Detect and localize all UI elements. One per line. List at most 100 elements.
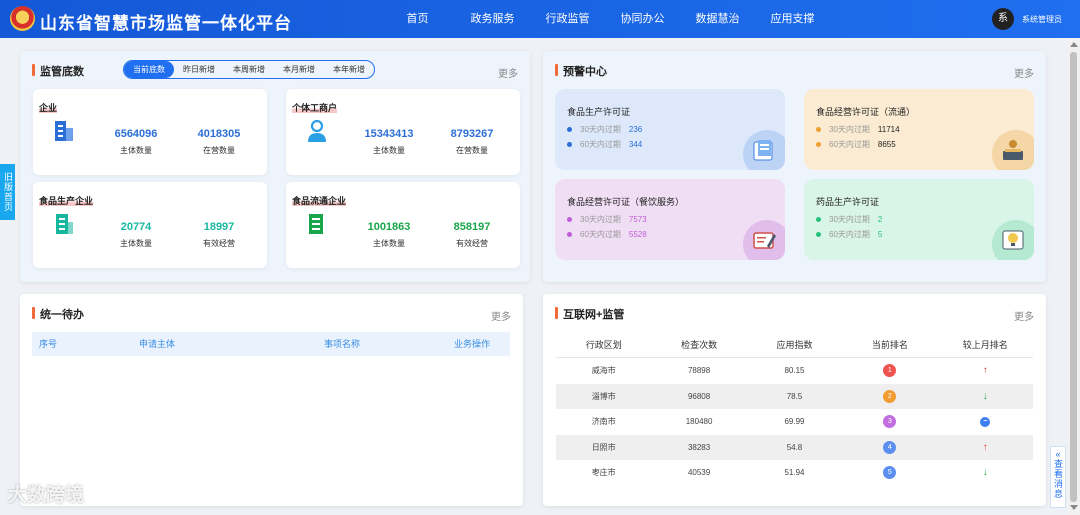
warning-card-drug-production-license[interactable]: 药品生产许可证 30天内过期 2 60天内过期 5 — [804, 179, 1034, 260]
tab-current[interactable]: 当前底数 — [124, 61, 174, 78]
column-header-index: 应用指数 — [776, 340, 813, 350]
old-homepage-tab[interactable]: 旧版首页 — [0, 164, 15, 220]
internet-supervision-panel: 互联网+监管 更多 行政区划 检查次数 应用指数 当前排名 较上月排名 威海市 … — [543, 294, 1046, 506]
cell-checks: 180480 — [685, 417, 713, 427]
warning-row-60-days: 60天内过期 8655 — [816, 139, 896, 150]
warning-center-panel: 预警中心 更多 食品生产许可证 30天内过期 236 60天内过期 344 食品经营… — [543, 51, 1046, 282]
table-row[interactable]: 枣庄市 40539 51.94 5 ↓ — [556, 460, 1033, 486]
internet-more-link[interactable]: 更多 — [1014, 308, 1034, 323]
cashier-icon — [1003, 140, 1023, 160]
nav-item-administrative-supervision[interactable]: 行政监管 — [530, 0, 605, 38]
unified-todo-panel: 统一待办 更多 序号 申请主体 事项名称 业务操作 — [20, 294, 523, 506]
stat-card-title: 食品生产企业 — [39, 196, 94, 206]
column-header-operation: 业务操作 — [453, 339, 490, 349]
person-icon — [308, 119, 326, 142]
avatar[interactable]: 系 — [992, 8, 1014, 30]
stat-card-title: 企业 — [39, 103, 58, 113]
cell-region: 日照市 — [591, 442, 616, 452]
cell-index: 69.99 — [784, 417, 805, 427]
trend-down-icon: ↓ — [982, 390, 988, 402]
column-header-applicant: 申请主体 — [139, 339, 176, 349]
stat-value-primary: 6564096 — [114, 128, 158, 140]
main-nav: 首页 政务服务 行政监管 协同办公 数据慧治 应用支撑 — [380, 0, 830, 38]
cell-region: 威海市 — [591, 366, 616, 376]
app-title: 山东省智慧市场监管一体化平台 — [40, 14, 292, 33]
vertical-scrollbar[interactable] — [1067, 38, 1080, 515]
trend-up-icon: ↑ — [982, 365, 988, 377]
nav-item-government-services[interactable]: 政务服务 — [455, 0, 530, 38]
lightbulb-icon — [1002, 230, 1024, 250]
internet-supervision-title: 互联网+监管 — [555, 306, 624, 322]
warning-row-60-days: 60天内过期 5 — [816, 229, 882, 240]
tab-this-week[interactable]: 本周新增 — [224, 61, 274, 78]
table-row[interactable]: 淄博市 96808 78.5 2 ↓ — [556, 383, 1033, 409]
column-header-rank: 当前排名 — [871, 340, 908, 350]
table-row[interactable]: 济南市 180480 69.99 3 − — [556, 409, 1033, 435]
cell-index: 51.94 — [784, 468, 805, 478]
stat-label-primary: 主体数量 — [373, 239, 405, 248]
stat-label-primary: 主体数量 — [120, 146, 152, 155]
cell-index: 78.5 — [786, 391, 803, 401]
rank-badge: 5 — [883, 466, 897, 480]
supervision-title: 监管底数 — [32, 63, 84, 79]
user-name[interactable]: 系统管理员 — [1022, 14, 1062, 25]
stat-value-primary: 20774 — [120, 221, 152, 233]
stat-label-secondary: 有效经营 — [203, 239, 235, 248]
warning-card-title: 药品生产许可证 — [816, 197, 880, 207]
stat-value-secondary: 858197 — [453, 221, 491, 233]
scroll-thumb[interactable] — [1070, 52, 1077, 502]
cell-checks: 40539 — [687, 468, 711, 478]
ranking-table: 行政区划 检查次数 应用指数 当前排名 较上月排名 威海市 78898 80.1… — [556, 332, 1033, 486]
nav-item-app-support[interactable]: 应用支撑 — [755, 0, 830, 38]
warning-card-food-production-license[interactable]: 食品生产许可证 30天内过期 236 60天内过期 344 — [555, 89, 785, 170]
scroll-up-arrow-icon[interactable] — [1070, 42, 1078, 47]
trend-up-icon: ↑ — [982, 441, 988, 453]
store-icon — [309, 214, 323, 234]
warning-row-30-days: 30天内过期 11714 — [816, 124, 900, 135]
view-messages-tab[interactable]: « 查看消息 — [1050, 446, 1066, 508]
todo-more-link[interactable]: 更多 — [491, 308, 511, 323]
warning-card-title: 食品生产许可证 — [567, 107, 631, 117]
stat-card-food-circulation[interactable]: 食品流通企业 1001863 主体数量 858197 有效经营 — [286, 182, 520, 268]
warning-row-30-days: 30天内过期 236 — [567, 124, 642, 135]
document-icon — [753, 140, 773, 161]
table-row[interactable]: 威海市 78898 80.15 1 ↑ — [556, 358, 1033, 384]
nav-item-data-governance[interactable]: 数据慧治 — [680, 0, 755, 38]
column-header-index: 序号 — [39, 339, 58, 349]
rank-badge: 4 — [883, 440, 897, 454]
supervision-more-link[interactable]: 更多 — [498, 65, 518, 80]
warning-center-title: 预警中心 — [555, 63, 607, 79]
column-header-rank-change: 较上月排名 — [962, 340, 1008, 350]
chevron-left-icon: « — [1055, 449, 1061, 459]
warning-row-30-days: 30天内过期 7573 — [567, 214, 647, 225]
stat-label-secondary: 在营数量 — [456, 146, 488, 155]
stat-card-individual-business[interactable]: 个体工商户 15343413 主体数量 8793267 在营数量 — [286, 89, 520, 175]
watermark-logo: 大数跨境 — [8, 485, 85, 506]
table-row[interactable]: 日照市 38283 54.8 4 ↑ — [556, 434, 1033, 460]
tab-this-month[interactable]: 本月新增 — [274, 61, 324, 78]
scroll-down-arrow-icon[interactable] — [1070, 505, 1078, 510]
tab-this-year[interactable]: 本年新增 — [324, 61, 374, 78]
todo-table-header: 序号 申请主体 事项名称 业务操作 — [32, 332, 510, 356]
certificate-icon — [753, 232, 776, 249]
stat-card-food-production[interactable]: 食品生产企业 20774 主体数量 18997 有效经营 — [33, 182, 267, 268]
cell-checks: 96808 — [687, 391, 711, 401]
national-emblem-icon — [10, 6, 35, 31]
warning-card-title: 食品经营许可证（餐饮服务） — [567, 197, 685, 207]
rank-badge: 2 — [883, 389, 897, 403]
warning-card-food-business-license-catering[interactable]: 食品经营许可证（餐饮服务） 30天内过期 7573 60天内过期 5528 — [555, 179, 785, 260]
stat-card-title: 食品流通企业 — [292, 196, 347, 206]
stat-card-enterprise[interactable]: 企业 6564096 主体数量 4018305 在营数量 — [33, 89, 267, 175]
nav-item-home[interactable]: 首页 — [380, 0, 455, 38]
cell-index: 80.15 — [784, 366, 805, 376]
nav-item-collaborative-office[interactable]: 协同办公 — [605, 0, 680, 38]
stat-value-secondary: 18997 — [203, 221, 235, 233]
tab-yesterday[interactable]: 昨日新增 — [174, 61, 224, 78]
top-header: 山东省智慧市场监管一体化平台 首页 政务服务 行政监管 协同办公 数据慧治 应用… — [0, 0, 1080, 38]
warning-row-60-days: 60天内过期 5528 — [567, 229, 647, 240]
warning-card-food-business-license-circulation[interactable]: 食品经营许可证（流通） 30天内过期 11714 60天内过期 8655 — [804, 89, 1034, 170]
warning-card-title: 食品经营许可证（流通） — [816, 107, 916, 117]
factory-icon — [56, 214, 73, 234]
stat-value-primary: 15343413 — [364, 128, 414, 140]
warning-more-link[interactable]: 更多 — [1014, 65, 1034, 80]
